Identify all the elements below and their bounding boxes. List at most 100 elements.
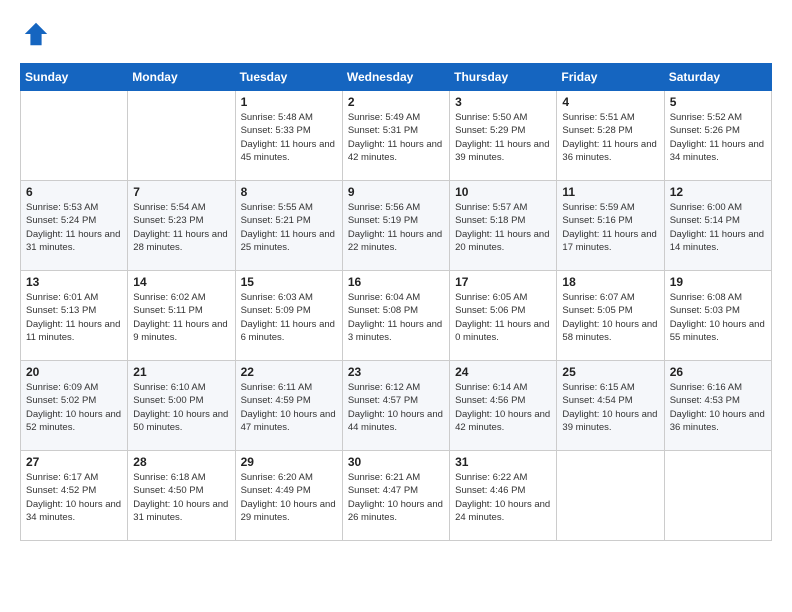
day-number: 20 (26, 365, 122, 379)
day-number: 5 (670, 95, 766, 109)
day-number: 27 (26, 455, 122, 469)
day-info: Sunrise: 6:07 AMSunset: 5:05 PMDaylight:… (562, 291, 658, 344)
day-info: Sunrise: 6:02 AMSunset: 5:11 PMDaylight:… (133, 291, 229, 344)
calendar-cell (21, 91, 128, 181)
page-header (20, 20, 772, 53)
calendar-cell: 10 Sunrise: 5:57 AMSunset: 5:18 PMDayligh… (450, 181, 557, 271)
day-number: 4 (562, 95, 658, 109)
day-number: 10 (455, 185, 551, 199)
day-number: 8 (241, 185, 337, 199)
day-info: Sunrise: 6:22 AMSunset: 4:46 PMDaylight:… (455, 471, 551, 524)
calendar-cell: 29Sunrise: 6:20 AMSunset: 4:49 PMDayligh… (235, 451, 342, 541)
day-info: Sunrise: 6:00 AMSunset: 5:14 PMDaylight:… (670, 201, 766, 254)
day-info: Sunrise: 6:03 AMSunset: 5:09 PMDaylight:… (241, 291, 337, 344)
day-info: Sunrise: 5:55 AMSunset: 5:21 PMDaylight:… (241, 201, 337, 254)
day-info: Sunrise: 5:51 AMSunset: 5:28 PMDaylight:… (562, 111, 658, 164)
day-number: 31 (455, 455, 551, 469)
day-number: 23 (348, 365, 444, 379)
calendar-cell: 25 Sunrise: 6:15 AMSunset: 4:54 PMDayligh… (557, 361, 664, 451)
day-number: 13 (26, 275, 122, 289)
day-number: 9 (348, 185, 444, 199)
day-number: 22 (241, 365, 337, 379)
calendar-cell (664, 451, 771, 541)
weekday-header-tuesday: Tuesday (235, 64, 342, 91)
calendar-week-3: 13Sunrise: 6:01 AMSunset: 5:13 PMDayligh… (21, 271, 772, 361)
day-info: Sunrise: 5:56 AMSunset: 5:19 PMDaylight:… (348, 201, 444, 254)
calendar-cell: 20 Sunrise: 6:09 AMSunset: 5:02 PMDayligh… (21, 361, 128, 451)
weekday-header-sunday: Sunday (21, 64, 128, 91)
day-info: Sunrise: 6:15 AMSunset: 4:54 PMDaylight:… (562, 381, 658, 434)
calendar-cell: 22 Sunrise: 6:11 AMSunset: 4:59 PMDayligh… (235, 361, 342, 451)
day-info: Sunrise: 5:59 AMSunset: 5:16 PMDaylight:… (562, 201, 658, 254)
day-number: 24 (455, 365, 551, 379)
day-number: 28 (133, 455, 229, 469)
day-info: Sunrise: 6:17 AMSunset: 4:52 PMDaylight:… (26, 471, 122, 524)
day-number: 15 (241, 275, 337, 289)
day-info: Sunrise: 6:21 AMSunset: 4:47 PMDaylight:… (348, 471, 444, 524)
calendar-cell: 12 Sunrise: 6:00 AMSunset: 5:14 PMDayligh… (664, 181, 771, 271)
calendar-cell: 14 Sunrise: 6:02 AMSunset: 5:11 PMDayligh… (128, 271, 235, 361)
day-number: 2 (348, 95, 444, 109)
day-number: 1 (241, 95, 337, 109)
calendar-cell: 15 Sunrise: 6:03 AMSunset: 5:09 PMDayligh… (235, 271, 342, 361)
day-info: Sunrise: 6:10 AMSunset: 5:00 PMDaylight:… (133, 381, 229, 434)
weekday-header-monday: Monday (128, 64, 235, 91)
day-info: Sunrise: 6:14 AMSunset: 4:56 PMDaylight:… (455, 381, 551, 434)
calendar-cell: 27 Sunrise: 6:17 AMSunset: 4:52 PMDayligh… (21, 451, 128, 541)
day-number: 30 (348, 455, 444, 469)
calendar-cell: 31 Sunrise: 6:22 AMSunset: 4:46 PMDayligh… (450, 451, 557, 541)
day-number: 18 (562, 275, 658, 289)
day-number: 25 (562, 365, 658, 379)
day-number: 11 (562, 185, 658, 199)
calendar-cell: 13Sunrise: 6:01 AMSunset: 5:13 PMDayligh… (21, 271, 128, 361)
day-number: 14 (133, 275, 229, 289)
calendar-week-1: 1Sunrise: 5:48 AMSunset: 5:33 PMDaylight… (21, 91, 772, 181)
calendar-cell: 17Sunrise: 6:05 AMSunset: 5:06 PMDayligh… (450, 271, 557, 361)
calendar-cell (557, 451, 664, 541)
calendar-cell: 1Sunrise: 5:48 AMSunset: 5:33 PMDaylight… (235, 91, 342, 181)
day-number: 19 (670, 275, 766, 289)
day-info: Sunrise: 5:53 AMSunset: 5:24 PMDaylight:… (26, 201, 122, 254)
calendar-cell: 5 Sunrise: 5:52 AMSunset: 5:26 PMDaylight… (664, 91, 771, 181)
day-number: 6 (26, 185, 122, 199)
calendar-cell: 8 Sunrise: 5:55 AMSunset: 5:21 PMDaylight… (235, 181, 342, 271)
weekday-header-saturday: Saturday (664, 64, 771, 91)
weekday-header-row: SundayMondayTuesdayWednesdayThursdayFrid… (21, 64, 772, 91)
weekday-header-friday: Friday (557, 64, 664, 91)
day-number: 12 (670, 185, 766, 199)
calendar-week-4: 20 Sunrise: 6:09 AMSunset: 5:02 PMDayligh… (21, 361, 772, 451)
calendar-week-5: 27 Sunrise: 6:17 AMSunset: 4:52 PMDayligh… (21, 451, 772, 541)
day-info: Sunrise: 6:05 AMSunset: 5:06 PMDaylight:… (455, 291, 551, 344)
calendar-cell: 26Sunrise: 6:16 AMSunset: 4:53 PMDayligh… (664, 361, 771, 451)
day-info: Sunrise: 6:09 AMSunset: 5:02 PMDaylight:… (26, 381, 122, 434)
calendar-cell: 19 Sunrise: 6:08 AMSunset: 5:03 PMDayligh… (664, 271, 771, 361)
day-info: Sunrise: 6:08 AMSunset: 5:03 PMDaylight:… (670, 291, 766, 344)
day-info: Sunrise: 5:50 AMSunset: 5:29 PMDaylight:… (455, 111, 551, 164)
calendar-table: SundayMondayTuesdayWednesdayThursdayFrid… (20, 63, 772, 541)
day-number: 3 (455, 95, 551, 109)
calendar-cell: 2Sunrise: 5:49 AMSunset: 5:31 PMDaylight… (342, 91, 449, 181)
calendar-cell: 7Sunrise: 5:54 AMSunset: 5:23 PMDaylight… (128, 181, 235, 271)
calendar-cell: 18 Sunrise: 6:07 AMSunset: 5:05 PMDayligh… (557, 271, 664, 361)
calendar-cell: 16Sunrise: 6:04 AMSunset: 5:08 PMDayligh… (342, 271, 449, 361)
day-info: Sunrise: 6:20 AMSunset: 4:49 PMDaylight:… (241, 471, 337, 524)
day-info: Sunrise: 5:52 AMSunset: 5:26 PMDaylight:… (670, 111, 766, 164)
calendar-cell: 21Sunrise: 6:10 AMSunset: 5:00 PMDayligh… (128, 361, 235, 451)
calendar-cell: 9 Sunrise: 5:56 AMSunset: 5:19 PMDaylight… (342, 181, 449, 271)
calendar-cell (128, 91, 235, 181)
day-number: 26 (670, 365, 766, 379)
day-info: Sunrise: 6:11 AMSunset: 4:59 PMDaylight:… (241, 381, 337, 434)
calendar-cell: 4 Sunrise: 5:51 AMSunset: 5:28 PMDaylight… (557, 91, 664, 181)
calendar-cell: 11 Sunrise: 5:59 AMSunset: 5:16 PMDayligh… (557, 181, 664, 271)
logo (20, 20, 54, 53)
calendar-cell: 6 Sunrise: 5:53 AMSunset: 5:24 PMDaylight… (21, 181, 128, 271)
day-info: Sunrise: 5:54 AMSunset: 5:23 PMDaylight:… (133, 201, 229, 254)
weekday-header-wednesday: Wednesday (342, 64, 449, 91)
calendar-week-2: 6 Sunrise: 5:53 AMSunset: 5:24 PMDaylight… (21, 181, 772, 271)
calendar-cell: 23Sunrise: 6:12 AMSunset: 4:57 PMDayligh… (342, 361, 449, 451)
calendar-cell: 24 Sunrise: 6:14 AMSunset: 4:56 PMDayligh… (450, 361, 557, 451)
calendar-cell: 30 Sunrise: 6:21 AMSunset: 4:47 PMDayligh… (342, 451, 449, 541)
logo-icon (22, 20, 50, 48)
calendar-cell: 28Sunrise: 6:18 AMSunset: 4:50 PMDayligh… (128, 451, 235, 541)
day-info: Sunrise: 5:57 AMSunset: 5:18 PMDaylight:… (455, 201, 551, 254)
